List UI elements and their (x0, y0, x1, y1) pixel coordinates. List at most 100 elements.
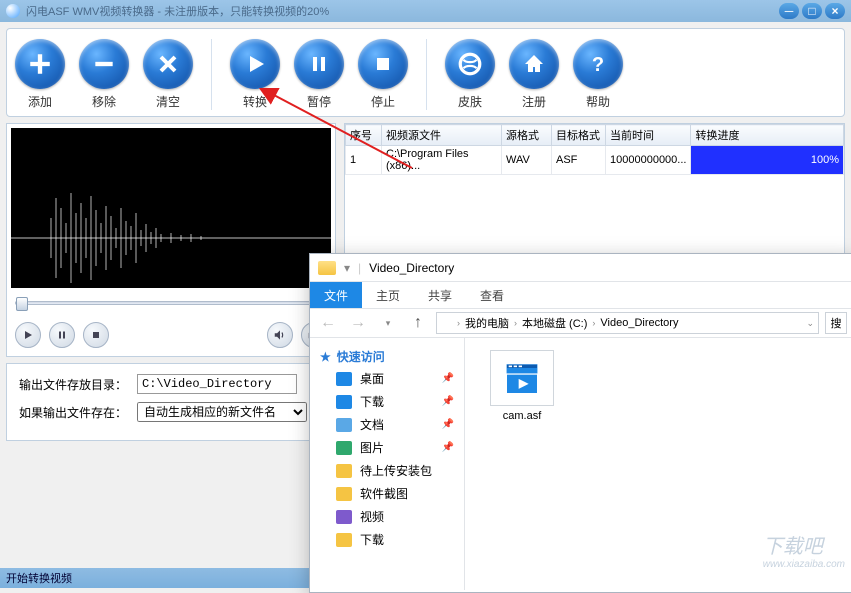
sidebar-item[interactable]: 下载📌 (314, 390, 460, 413)
sidebar-item[interactable]: 软件截图 (314, 482, 460, 505)
minimize-button[interactable]: ─ (779, 3, 799, 19)
explorer-title: Video_Directory (369, 261, 454, 275)
tab-share[interactable]: 共享 (414, 282, 466, 308)
explorer-content[interactable]: cam.asf (465, 338, 851, 590)
pause-label: 暂停 (307, 93, 331, 110)
file-item[interactable]: cam.asf (477, 350, 567, 422)
col-srcfmt[interactable]: 源格式 (502, 125, 552, 146)
star-icon: ★ (320, 350, 331, 364)
folder-icon (441, 318, 455, 329)
app-icon (6, 4, 20, 18)
main-toolbar: 添加 移除 清空 转换 暂停 停止 皮肤 注册 ? 帮助 (6, 28, 845, 117)
close-button[interactable]: × (825, 3, 845, 19)
tab-view[interactable]: 查看 (466, 282, 518, 308)
breadcrumb-seg[interactable]: Video_Directory (597, 317, 681, 329)
folder-icon (318, 261, 336, 275)
explorer-title-bar: ▾ | Video_Directory (310, 254, 851, 282)
tab-file[interactable]: 文件 (310, 282, 362, 308)
col-dstfmt[interactable]: 目标格式 (552, 125, 606, 146)
clear-button[interactable]: 清空 (143, 39, 193, 110)
status-text: 开始转换视频 (6, 573, 72, 585)
sidebar-item-label: 文档 (360, 416, 384, 433)
convert-label: 转换 (243, 93, 267, 110)
nav-recent-button[interactable]: ▾ (376, 311, 400, 335)
breadcrumb-seg[interactable]: 本地磁盘 (C:) (519, 315, 590, 331)
sidebar-item[interactable]: 图片📌 (314, 436, 460, 459)
col-index[interactable]: 序号 (346, 125, 382, 146)
stop-icon (358, 39, 408, 89)
pin-icon: 📌 (442, 442, 454, 453)
sidebar-item[interactable]: 桌面 📌 (314, 367, 460, 390)
pause-button[interactable]: 暂停 (294, 39, 344, 110)
seek-slider[interactable] (15, 294, 325, 312)
output-dir-input[interactable] (137, 374, 297, 394)
plus-icon (15, 39, 65, 89)
col-curtime[interactable]: 当前时间 (606, 125, 691, 146)
add-label: 添加 (28, 93, 52, 110)
tab-home[interactable]: 主页 (362, 282, 414, 308)
pause-icon (294, 39, 344, 89)
file-name: cam.asf (503, 410, 542, 422)
stop-button[interactable]: 停止 (358, 39, 408, 110)
sidebar-item[interactable]: 待上传安装包 (314, 459, 460, 482)
remove-label: 移除 (92, 93, 116, 110)
chevron-down-icon[interactable]: ⌄ (806, 318, 814, 329)
quick-access-heading[interactable]: ★ 快速访问 (314, 346, 460, 367)
pin-icon: 📌 (442, 373, 454, 384)
sidebar-item[interactable]: 视频 (314, 505, 460, 528)
mini-pause-button[interactable] (49, 322, 75, 348)
sidebar-item[interactable]: 下载 (314, 528, 460, 551)
stop-label: 停止 (371, 93, 395, 110)
folder-icon (336, 464, 352, 478)
search-input[interactable]: 搜 (825, 312, 847, 334)
breadcrumb-seg[interactable]: 我的电脑 (462, 315, 512, 331)
output-exists-label: 如果输出文件存在： (19, 404, 127, 421)
remove-button[interactable]: 移除 (79, 39, 129, 110)
nav-forward-button[interactable]: → (346, 311, 370, 335)
desktop-icon (336, 372, 352, 386)
waveform (11, 188, 331, 288)
mini-stop-button[interactable] (83, 322, 109, 348)
folder-icon (336, 533, 352, 547)
sidebar-item-label: 桌面 (360, 370, 384, 387)
convert-button[interactable]: 转换 (230, 39, 280, 110)
sidebar-item[interactable]: 文档📌 (314, 413, 460, 436)
nav-back-button[interactable]: ← (316, 311, 340, 335)
video-preview (11, 128, 331, 288)
col-source[interactable]: 视频源文件 (382, 125, 502, 146)
output-exists-select[interactable]: 自动生成相应的新文件名 (137, 402, 307, 422)
col-progress[interactable]: 转换进度 (691, 125, 844, 146)
picture-icon (336, 441, 352, 455)
preview-panel (6, 123, 336, 357)
sidebar-item-label: 待上传安装包 (360, 462, 432, 479)
mini-play-button[interactable] (15, 322, 41, 348)
add-button[interactable]: 添加 (15, 39, 65, 110)
explorer-sidebar: ★ 快速访问 桌面📌下载📌文档📌图片📌待上传安装包软件截图视频下载 (310, 338, 465, 590)
video-icon (336, 510, 352, 524)
help-label: 帮助 (586, 93, 610, 110)
explorer-ribbon: 文件 主页 共享 查看 (310, 282, 851, 308)
download-icon (336, 395, 352, 409)
sidebar-item-label: 软件截图 (360, 485, 408, 502)
sidebar-item-label: 下载 (360, 393, 384, 410)
svg-text:?: ? (592, 54, 604, 76)
volume-button[interactable] (267, 322, 293, 348)
play-icon (230, 39, 280, 89)
table-row[interactable]: 1C:\Program Files (x86)...WAVASF10000000… (346, 146, 844, 175)
minus-icon (79, 39, 129, 89)
explorer-window: ▾ | Video_Directory 文件 主页 共享 查看 ← → ▾ ↑ … (309, 253, 851, 593)
skin-label: 皮肤 (458, 93, 482, 110)
help-button[interactable]: ? 帮助 (573, 39, 623, 110)
maximize-button[interactable]: □ (802, 3, 822, 19)
register-button[interactable]: 注册 (509, 39, 559, 110)
nav-up-button[interactable]: ↑ (406, 311, 430, 335)
x-icon (143, 39, 193, 89)
output-dir-label: 输出文件存放目录： (19, 376, 127, 393)
title-bar: 闪电ASF WMV视频转换器 - 未注册版本，只能转换视频的20% ─ □ × (0, 0, 851, 22)
explorer-address-bar: ← → ▾ ↑ › 我的电脑› 本地磁盘 (C:)› Video_Directo… (310, 308, 851, 338)
register-label: 注册 (522, 93, 546, 110)
breadcrumb[interactable]: › 我的电脑› 本地磁盘 (C:)› Video_Directory ⌄ (436, 312, 819, 334)
task-table: 序号 视频源文件 源格式 目标格式 当前时间 转换进度 1C:\Program … (345, 124, 844, 175)
window-title: 闪电ASF WMV视频转换器 - 未注册版本，只能转换视频的20% (26, 3, 329, 19)
skin-button[interactable]: 皮肤 (445, 39, 495, 110)
